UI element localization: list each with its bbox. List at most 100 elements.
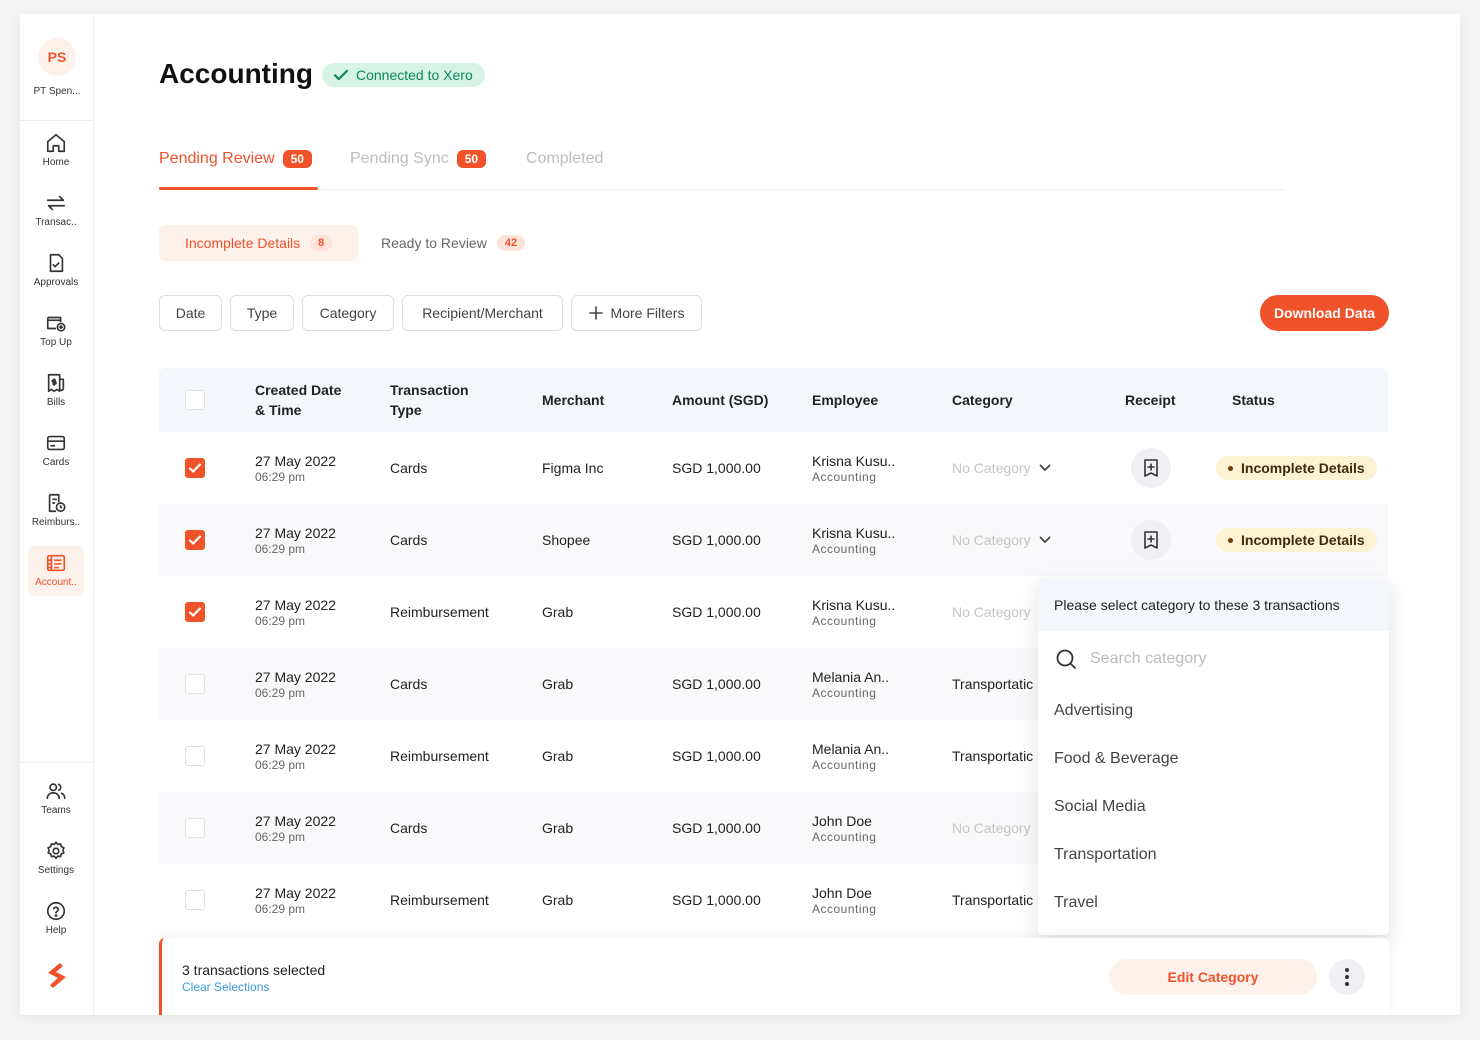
cell-employee: John Doe Accounting xyxy=(812,792,876,864)
sidebar-item-label: Top Up xyxy=(40,337,72,348)
upload-receipt-button[interactable] xyxy=(1131,520,1171,560)
sidebar-item-approvals[interactable]: Approvals xyxy=(28,246,84,296)
gear-icon xyxy=(47,841,65,860)
category-option[interactable]: Food & Beverage xyxy=(1038,735,1389,783)
row-checkbox[interactable] xyxy=(185,602,205,622)
edit-category-button[interactable]: Edit Category xyxy=(1109,959,1317,995)
sidebar-item-home[interactable]: Home xyxy=(28,126,84,176)
sidebar-item-reimbursements[interactable]: Reimburs.. xyxy=(28,486,84,536)
cell-type: Cards xyxy=(390,676,428,692)
row-checkbox[interactable] xyxy=(185,890,205,910)
sidebar-item-accounting[interactable]: Account.. xyxy=(28,546,84,596)
tab-completed[interactable]: Completed xyxy=(526,150,603,168)
column-header-line: Transaction xyxy=(390,382,469,398)
category-select[interactable]: No Category xyxy=(952,432,1051,504)
filter-category-button[interactable]: Category xyxy=(302,295,394,331)
clear-selections-link[interactable]: Clear Selections xyxy=(182,980,269,994)
column-header-created[interactable]: Created Date & Time xyxy=(255,368,341,432)
column-header-status[interactable]: Status xyxy=(1232,368,1275,432)
subtab-incomplete-details[interactable]: Incomplete Details 8 xyxy=(159,225,359,261)
sidebar-item-bills[interactable]: Bills xyxy=(28,366,84,416)
cell-merchant: Grab xyxy=(542,748,574,764)
sidebar-item-transactions[interactable]: Transac.. xyxy=(28,186,84,236)
cell-employee: John Doe Accounting xyxy=(812,864,876,936)
status-dot xyxy=(1228,465,1233,471)
filter-recipient-merchant-button[interactable]: Recipient/Merchant xyxy=(402,295,563,331)
sidebar-item-top-up[interactable]: Top Up xyxy=(28,306,84,356)
sidebar-divider xyxy=(20,762,94,763)
column-header-amount[interactable]: Amount (SGD) xyxy=(672,368,768,432)
status-tabs: Pending Review 50 Pending Sync 50 Comple… xyxy=(159,144,1285,190)
row-checkbox[interactable] xyxy=(185,458,205,478)
cell-merchant: Grab xyxy=(542,604,574,620)
receipt-add-icon xyxy=(1144,459,1158,477)
category-option[interactable]: Travel xyxy=(1038,879,1389,927)
cell-employee-name: Melania An.. xyxy=(812,668,890,685)
more-actions-button[interactable] xyxy=(1329,959,1365,995)
category-select[interactable]: No Category xyxy=(952,792,1031,864)
row-checkbox[interactable] xyxy=(185,746,205,766)
cell-merchant: Figma Inc xyxy=(542,460,604,476)
select-all-checkbox[interactable] xyxy=(185,390,205,410)
card-icon xyxy=(46,435,66,451)
column-header-merchant[interactable]: Merchant xyxy=(542,368,604,432)
home-icon xyxy=(46,133,66,153)
tab-label: Pending Sync xyxy=(350,150,449,167)
row-checkbox[interactable] xyxy=(185,818,205,838)
org-switcher[interactable]: PS PT Spen... xyxy=(20,34,94,97)
sidebar-item-help[interactable]: Help xyxy=(28,894,84,944)
cell-employee-dept: Accounting xyxy=(812,541,877,556)
checkmark-icon xyxy=(188,607,202,617)
org-name: PT Spen... xyxy=(33,86,81,97)
category-select[interactable]: No Category xyxy=(952,576,1031,648)
filter-type-button[interactable]: Type xyxy=(230,295,294,331)
category-select[interactable]: No Category xyxy=(952,504,1051,576)
cell-date: 27 May 2022 xyxy=(255,524,336,541)
active-tab-indicator xyxy=(159,187,318,190)
sidebar-item-label: Settings xyxy=(37,865,75,876)
upload-receipt-button[interactable] xyxy=(1131,448,1171,488)
download-data-button[interactable]: Download Data xyxy=(1260,295,1389,331)
cell-category[interactable]: Transportatic xyxy=(952,648,1033,720)
subtab-ready-to-review[interactable]: Ready to Review 42 xyxy=(356,225,550,261)
cell-employee-name: John Doe xyxy=(812,812,872,829)
category-placeholder: No Category xyxy=(952,820,1031,836)
category-option[interactable]: Transportation xyxy=(1038,831,1389,879)
cell-employee-dept: Accounting xyxy=(812,829,877,844)
cell-category[interactable]: Transportatic xyxy=(952,720,1033,792)
checkmark-icon xyxy=(188,463,202,473)
sidebar-item-settings[interactable]: Settings xyxy=(28,834,84,884)
table-row[interactable]: 27 May 2022 06:29 pm Cards Shopee SGD 1,000.… xyxy=(159,504,1388,576)
sidebar-item-label: Bills xyxy=(46,397,66,408)
row-checkbox[interactable] xyxy=(185,530,205,550)
column-header-employee[interactable]: Employee xyxy=(812,368,878,432)
more-filters-button[interactable]: More Filters xyxy=(571,295,702,331)
cell-merchant: Shopee xyxy=(542,532,591,548)
sidebar-item-teams[interactable]: Teams xyxy=(28,774,84,824)
cell-employee: Krisna Kusu.. Accounting xyxy=(812,576,895,648)
cell-employee-name: Melania An.. xyxy=(812,740,890,757)
category-option[interactable]: Advertising xyxy=(1038,687,1389,735)
category-search-input[interactable] xyxy=(1090,650,1350,668)
cell-amount: SGD 1,000.00 xyxy=(672,892,761,908)
dropdown-header: Please select category to these 3 transa… xyxy=(1038,579,1389,631)
tab-pending-review[interactable]: Pending Review 50 xyxy=(159,150,312,168)
column-header-receipt[interactable]: Receipt xyxy=(1125,368,1176,432)
cell-amount: SGD 1,000.00 xyxy=(672,604,761,620)
row-checkbox[interactable] xyxy=(185,674,205,694)
category-option[interactable]: Social Media xyxy=(1038,783,1389,831)
table-row[interactable]: 27 May 2022 06:29 pm Cards Figma Inc SGD 1,0… xyxy=(159,432,1388,504)
sidebar-item-cards[interactable]: Cards xyxy=(28,426,84,476)
kebab-menu-icon xyxy=(1345,968,1349,986)
tab-pending-sync[interactable]: Pending Sync 50 xyxy=(350,150,487,168)
cell-type: Reimbursement xyxy=(390,604,489,620)
filter-date-button[interactable]: Date xyxy=(159,295,222,331)
subtab-label: Incomplete Details xyxy=(185,235,301,251)
status-badge: Incomplete Details xyxy=(1216,528,1377,552)
brand-logo-icon xyxy=(48,963,66,988)
cell-category[interactable]: Transportatic xyxy=(952,864,1033,936)
column-header-category[interactable]: Category xyxy=(952,368,1013,432)
chevron-down-icon xyxy=(1039,536,1050,543)
ledger-icon xyxy=(46,554,66,572)
column-header-type[interactable]: Transaction Type xyxy=(390,368,469,432)
